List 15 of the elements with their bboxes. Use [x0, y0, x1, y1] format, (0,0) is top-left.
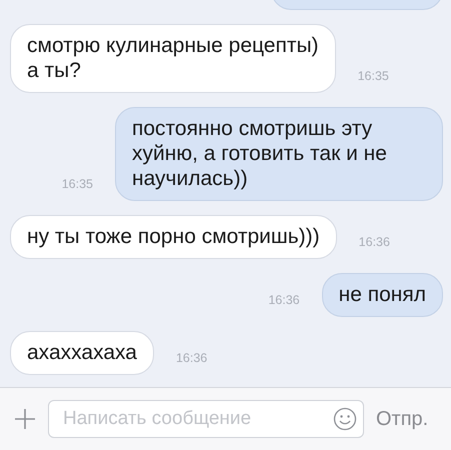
message-bubble: ахаххахаха — [10, 331, 154, 375]
message-time: 16:36 — [176, 351, 208, 367]
send-button[interactable]: Отпр. — [376, 408, 428, 430]
message-bubble: постоянно смотришь эту хуйню, а готовить так и не научилась)) — [115, 107, 443, 201]
message-time: 16:36 — [358, 235, 390, 251]
message-time: 16:35 — [358, 69, 389, 85]
smiley-icon[interactable] — [333, 407, 357, 431]
message-input[interactable]: Написать сообщение — [61, 407, 333, 431]
message-field[interactable]: Написать сообщение — [48, 400, 364, 438]
message-bubble: не понял — [322, 273, 443, 317]
message-time: 16:36 — [268, 293, 300, 309]
plus-icon[interactable] — [14, 408, 36, 430]
message-bubble: смотрю кулинарные рецепты) а ты? — [10, 24, 336, 93]
message-time: 16:35 — [62, 177, 93, 193]
message-bubble: ну ты тоже порно смотришь))) — [10, 215, 337, 259]
